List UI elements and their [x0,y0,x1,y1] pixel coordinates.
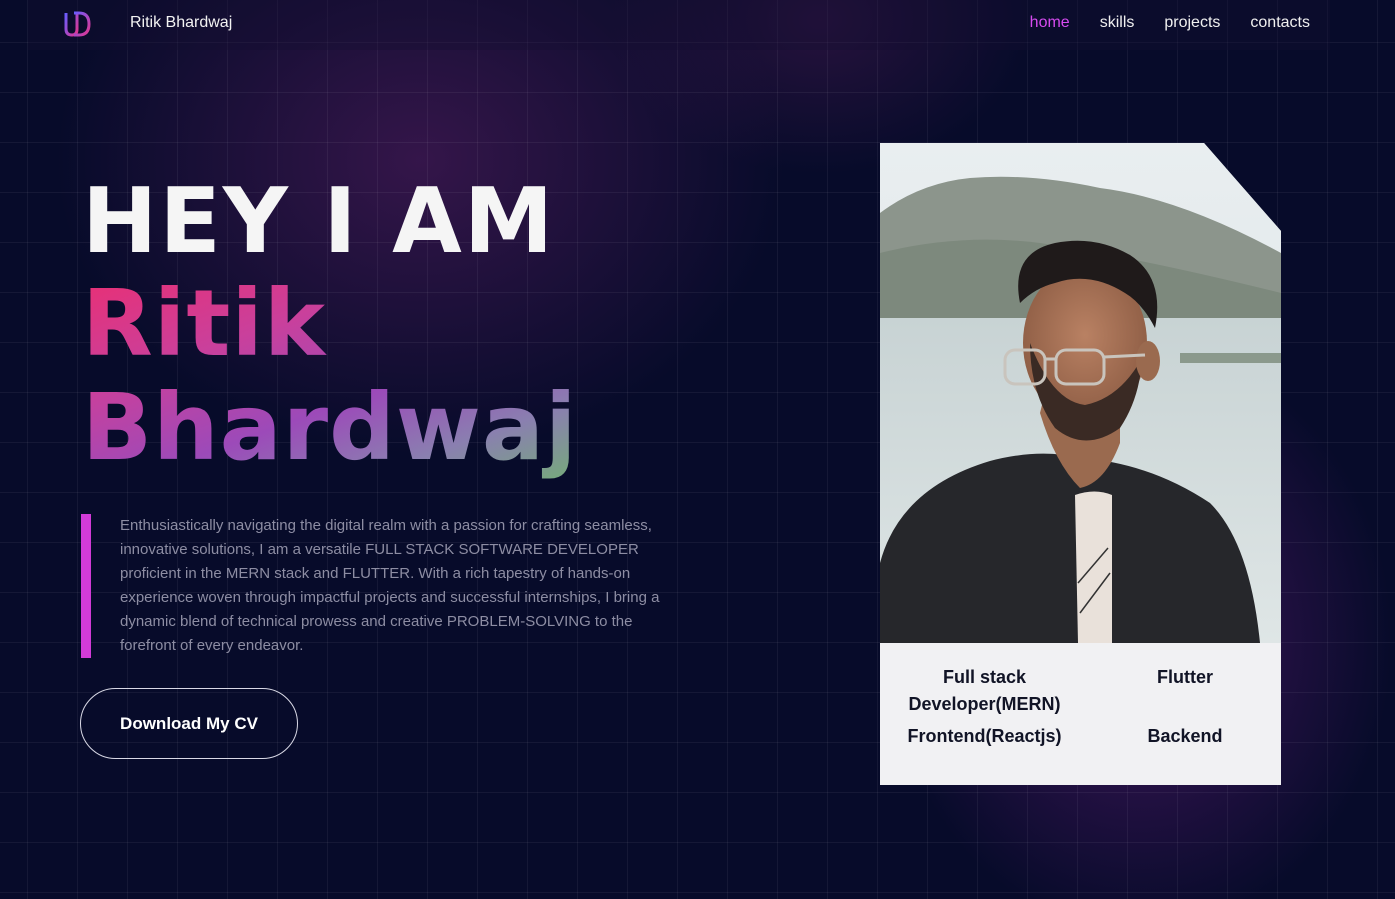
profile-card: Full stack Developer(MERN) Flutter Front… [880,143,1281,785]
skill-tag-fullstack: Full stack Developer(MERN) [908,667,1061,714]
ud-monogram-logo-icon[interactable] [62,9,92,39]
skill-tag-frontend: Frontend(Reactjs) [907,726,1062,746]
portrait-photo [880,143,1281,643]
hero-greeting: HEY I AM [82,169,556,274]
hero-name: Ritik Bhardwaj [82,272,642,480]
nav-link-projects[interactable]: projects [1164,14,1220,32]
top-navbar: Ritik Bhardwaj home skills projects cont… [28,0,1330,50]
nav-link-home[interactable]: home [1030,14,1070,32]
skill-tag-flutter: Flutter [1157,667,1213,687]
skill-tags: Full stack Developer(MERN) Flutter Front… [880,643,1281,785]
intro-paragraph: Enthusiastically navigating the digital … [120,517,660,654]
brand-name[interactable]: Ritik Bhardwaj [130,14,232,32]
nav-link-contacts[interactable]: contacts [1250,14,1310,32]
nav-menu: home skills projects contacts [1030,14,1310,32]
hero-name-first: Ritik [82,270,327,377]
download-cv-button[interactable]: Download My CV [80,688,298,759]
nav-link-skills[interactable]: skills [1100,14,1135,32]
hero-name-last: Bhardwaj [82,374,578,481]
intro-accent-bar [81,514,91,658]
skill-tag-backend: Backend [1147,726,1223,746]
